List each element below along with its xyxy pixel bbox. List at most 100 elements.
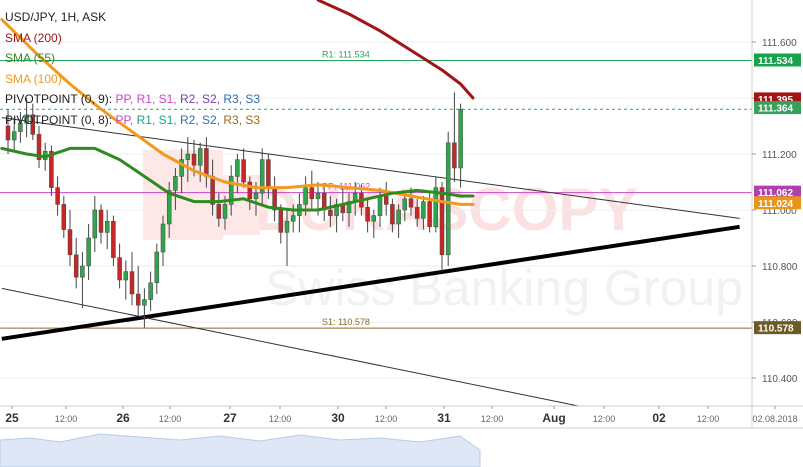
x-tick-label: 12:00 bbox=[55, 414, 78, 424]
x-tick-label: 26 bbox=[116, 411, 130, 425]
candle-body bbox=[80, 265, 85, 278]
candle-body bbox=[365, 206, 370, 222]
y-axis: 111.600111.400111.200111.000110.800110.6… bbox=[751, 0, 801, 428]
candle-body bbox=[86, 237, 91, 267]
legend-pivot-8[interactable]: PIVOTPOINT (0, 8): PP, R1, S1, R2, S2, R… bbox=[5, 110, 260, 131]
x-tick-label: 12:00 bbox=[481, 414, 504, 424]
candle-body bbox=[303, 187, 308, 205]
pivot-legend-r3: R3, bbox=[223, 112, 246, 127]
pivot-label-r1: R1: 111.534 bbox=[322, 49, 370, 59]
candle-body bbox=[241, 159, 246, 183]
candle-body bbox=[315, 192, 321, 200]
x-tick-label: 12:00 bbox=[375, 414, 398, 424]
candle-body bbox=[204, 148, 209, 177]
y-tick-label: 111.200 bbox=[762, 150, 797, 161]
candle-body bbox=[421, 201, 426, 219]
x-tick-label: Aug bbox=[542, 411, 565, 425]
candle-body bbox=[73, 254, 79, 278]
pivot-legend-r1: R1, bbox=[136, 92, 159, 106]
candle-body bbox=[185, 153, 191, 160]
candle-body bbox=[452, 142, 457, 169]
pivot-legend-prefix: PIVOTPOINT (0, 9): bbox=[5, 92, 116, 106]
candle-body bbox=[458, 108, 463, 169]
price-tag-label: 111.534 bbox=[758, 56, 793, 67]
x-tick-label: 31 bbox=[437, 411, 451, 425]
candle-body bbox=[266, 159, 271, 188]
candle-body bbox=[235, 159, 240, 177]
candle-body bbox=[123, 271, 129, 281]
candle-body bbox=[135, 293, 141, 306]
x-axis: 25 12:00 26 12:00 27 12:00 30 12:00 31 12:00 Aug 12… bbox=[0, 405, 803, 429]
candle-body bbox=[197, 148, 203, 166]
candle-body bbox=[371, 215, 377, 222]
candle-body bbox=[253, 192, 259, 200]
x-tick-label: 12:00 bbox=[593, 414, 616, 424]
candle-body bbox=[284, 220, 290, 233]
chart-title: USD/JPY, 1H, ASK bbox=[5, 10, 107, 24]
x-tick-label: 25 bbox=[5, 411, 19, 425]
candle-body bbox=[414, 206, 420, 219]
legend-pivot-9[interactable]: PIVOTPOINT (0, 9): PP, R1, S1, R2, S2, R… bbox=[5, 89, 260, 110]
candle-body bbox=[173, 176, 178, 191]
candle-body bbox=[104, 220, 110, 233]
candle-body bbox=[247, 181, 253, 200]
y-tick-label: 111.600 bbox=[762, 38, 797, 49]
legend-sma55[interactable]: SMA (55) bbox=[5, 48, 260, 69]
x-tick-label: 30 bbox=[331, 411, 345, 425]
candle-body bbox=[402, 198, 408, 211]
candle-body bbox=[427, 201, 432, 228]
candle-body bbox=[67, 229, 73, 256]
legend-sma200[interactable]: SMA (200) bbox=[5, 28, 260, 49]
pivot-legend-r1: R1, bbox=[136, 112, 159, 127]
candle-body bbox=[142, 299, 147, 306]
pivot-legend-pp: PP, bbox=[115, 92, 137, 106]
candle-body bbox=[98, 209, 104, 233]
candle-body bbox=[278, 209, 284, 233]
candle-body bbox=[160, 223, 166, 253]
candle-body bbox=[390, 204, 395, 225]
y-tick-label: 110.800 bbox=[762, 262, 798, 273]
candle-body bbox=[439, 187, 445, 256]
legend: USD/JPY, 1H, ASK SMA (200) SMA (55) SMA … bbox=[5, 7, 260, 130]
candle-body bbox=[328, 209, 333, 216]
pivot-legend-s2: S2, bbox=[202, 92, 224, 106]
candle-body bbox=[61, 204, 67, 230]
price-tag-label: 110.578 bbox=[758, 324, 794, 335]
candle-body bbox=[117, 257, 122, 281]
candle-body bbox=[222, 204, 228, 219]
x-tick-label: 12:00 bbox=[697, 414, 720, 424]
x-tick-label: 02 bbox=[652, 411, 666, 425]
pivot-legend-s1: S1, bbox=[158, 112, 180, 127]
candle-body bbox=[111, 220, 116, 258]
volume-area bbox=[0, 433, 481, 467]
x-tick-label: 12:00 bbox=[159, 414, 182, 424]
candle-body bbox=[445, 142, 451, 256]
candle-body bbox=[166, 190, 172, 225]
pivot-legend-r2: R2, bbox=[179, 92, 202, 106]
volume-panel bbox=[0, 433, 481, 467]
candle-body bbox=[191, 153, 197, 166]
legend-sma100[interactable]: SMA (100) bbox=[5, 69, 260, 90]
candle-body bbox=[11, 131, 17, 141]
x-tick-label: 12:00 bbox=[269, 414, 292, 424]
pivot-legend-r3: R3, bbox=[223, 92, 246, 106]
pivot-legend-s3: S3 bbox=[245, 112, 261, 127]
price-tag-label: 111.364 bbox=[758, 104, 793, 115]
y-tick-label: 110.400 bbox=[762, 374, 798, 385]
candle-body bbox=[92, 209, 98, 239]
pivot-legend-r2: R2, bbox=[179, 112, 202, 127]
candle-body bbox=[377, 195, 383, 216]
candle-body bbox=[55, 187, 60, 205]
pivot-legend-s2: S2, bbox=[202, 112, 224, 127]
candle-body bbox=[129, 271, 135, 295]
x-tick-label: 27 bbox=[223, 411, 237, 425]
candle-body bbox=[309, 187, 315, 200]
candle-body bbox=[216, 204, 222, 219]
pivot-legend-s3: S3 bbox=[245, 92, 261, 106]
candle-body bbox=[290, 215, 296, 222]
pivot-legend-prefix: PIVOTPOINT (0, 8): bbox=[5, 112, 116, 127]
pivot-label-s1: S1: 110.578 bbox=[322, 317, 370, 327]
candle-body bbox=[148, 282, 153, 300]
candle-body bbox=[408, 198, 414, 208]
price-tag-label: 111.024 bbox=[758, 199, 793, 210]
